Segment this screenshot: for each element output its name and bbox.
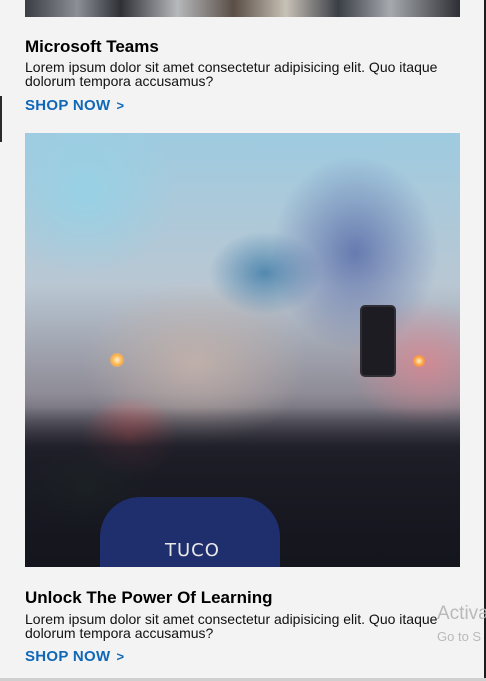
shop-now-link[interactable]: SHOP NOW > [25, 97, 124, 114]
watermark-subtitle: Go to S [437, 629, 482, 644]
product-title: Unlock The Power Of Learning [25, 588, 273, 607]
product-image-teams[interactable] [25, 0, 460, 17]
product-description: Lorem ipsum dolor sit amet consectetur a… [25, 59, 438, 89]
chevron-right-icon: > [116, 98, 125, 113]
scroll-indicator [0, 96, 2, 142]
shop-now-label: SHOP NOW [25, 648, 111, 665]
image-flare [413, 355, 425, 367]
shop-now-label: SHOP NOW [25, 97, 111, 114]
image-phone [360, 305, 396, 377]
product-title: Microsoft Teams [25, 37, 159, 56]
chevron-right-icon: > [116, 649, 125, 664]
image-jersey-text: TUCO [165, 540, 220, 561]
product-image-learning[interactable]: TUCO [25, 133, 460, 567]
image-flare [110, 353, 124, 367]
windows-activation-watermark: Activa Go to S [437, 603, 486, 644]
product-description: Lorem ipsum dolor sit amet consectetur a… [25, 611, 438, 641]
shop-now-link[interactable]: SHOP NOW > [25, 648, 124, 665]
watermark-title: Activa [437, 603, 486, 624]
